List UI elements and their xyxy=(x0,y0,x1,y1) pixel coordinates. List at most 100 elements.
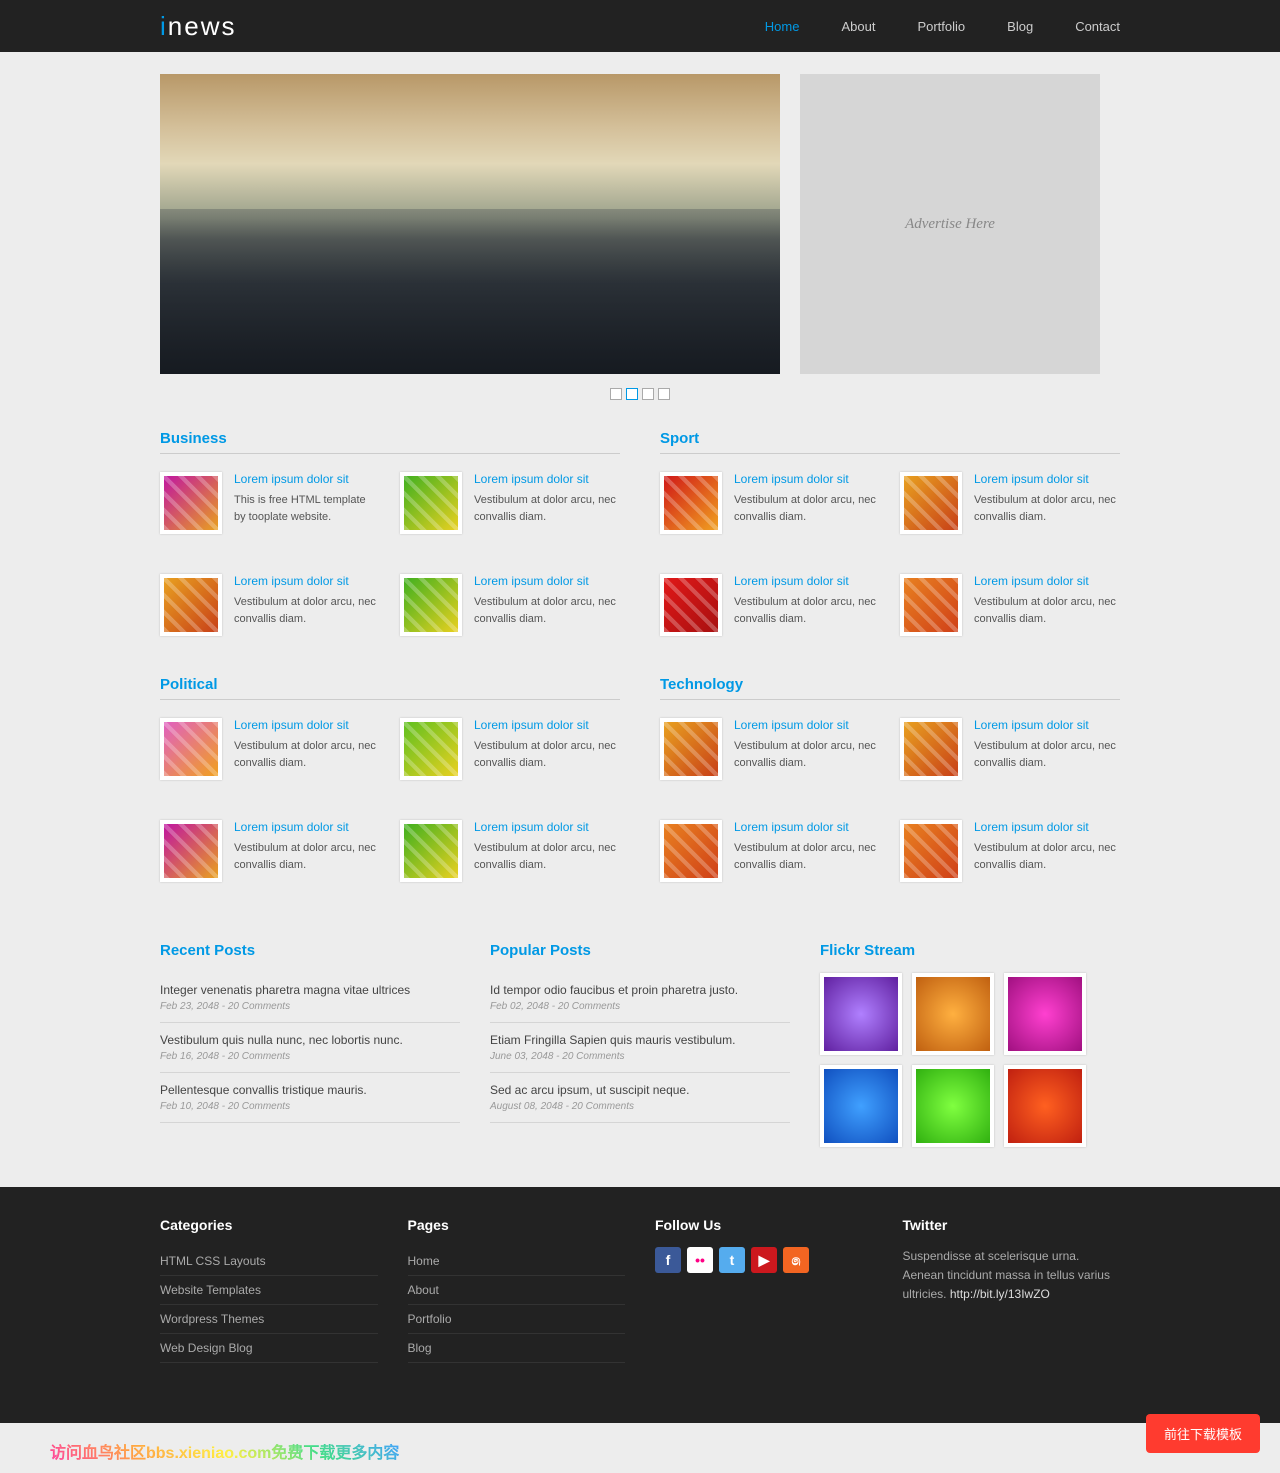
flickr-thumb[interactable] xyxy=(912,1065,994,1147)
posts-grid: Lorem ipsum dolor sit Vestibulum at dolor… xyxy=(660,472,1120,636)
post-excerpt: Vestibulum at dolor arcu, nec convallis … xyxy=(474,738,620,771)
footer-link[interactable]: Home xyxy=(408,1254,440,1268)
nav-link-contact[interactable]: Contact xyxy=(1075,19,1120,34)
post-item: Lorem ipsum dolor sitVestibulum at dolor… xyxy=(160,574,380,636)
nav-link-home[interactable]: Home xyxy=(765,19,800,34)
middle-columns: Recent Posts Integer venenatis pharetra … xyxy=(160,942,1120,1147)
post-thumb[interactable] xyxy=(160,472,222,534)
post-thumb[interactable] xyxy=(660,472,722,534)
section-title: Business xyxy=(160,430,620,454)
post-title-link[interactable]: Lorem ipsum dolor sit xyxy=(734,574,880,588)
post-excerpt: Vestibulum at dolor arcu, nec convallis … xyxy=(734,738,880,771)
post-link[interactable]: Etiam Fringilla Sapien quis mauris vesti… xyxy=(490,1033,735,1047)
post-thumb[interactable] xyxy=(160,820,222,882)
post-title-link[interactable]: Lorem ipsum dolor sit xyxy=(974,718,1120,732)
twitter-icon[interactable]: t xyxy=(719,1247,745,1273)
section-business: Business Lorem ipsum dolor sitThis is fre… xyxy=(160,430,620,636)
post-thumb[interactable] xyxy=(400,820,462,882)
section-title: Sport xyxy=(660,430,1120,454)
post-title-link[interactable]: Lorem ipsum dolor sit xyxy=(734,472,880,486)
post-thumb[interactable] xyxy=(900,574,962,636)
youtube-icon[interactable]: ▶ xyxy=(751,1247,777,1273)
post-thumb[interactable] xyxy=(660,718,722,780)
flickr-grid xyxy=(820,973,1120,1147)
post-title-link[interactable]: Lorem ipsum dolor sit xyxy=(474,574,620,588)
footer-link[interactable]: Portfolio xyxy=(408,1312,452,1326)
post-item: Lorem ipsum dolor sitVestibulum at dolor… xyxy=(160,820,380,882)
footer-link[interactable]: Web Design Blog xyxy=(160,1341,253,1355)
post-thumb[interactable] xyxy=(400,718,462,780)
footer-link[interactable]: Blog xyxy=(408,1341,432,1355)
post-title-link[interactable]: Lorem ipsum dolor sit xyxy=(234,718,380,732)
site-logo[interactable]: inews xyxy=(160,11,236,42)
nav-link-about[interactable]: About xyxy=(841,19,875,34)
post-thumb[interactable] xyxy=(400,472,462,534)
nav-link-portfolio[interactable]: Portfolio xyxy=(917,19,965,34)
recent-posts-col: Recent Posts Integer venenatis pharetra … xyxy=(160,942,460,1147)
post-title-link[interactable]: Lorem ipsum dolor sit xyxy=(734,718,880,732)
pager-dot[interactable] xyxy=(658,388,670,400)
pager-dot[interactable] xyxy=(642,388,654,400)
post-thumb[interactable] xyxy=(900,820,962,882)
download-cta-button[interactable]: 前往下载模板 xyxy=(1146,1414,1260,1453)
post-title-link[interactable]: Lorem ipsum dolor sit xyxy=(234,574,380,588)
flickr-thumb[interactable] xyxy=(820,1065,902,1147)
post-excerpt: Vestibulum at dolor arcu, nec convallis … xyxy=(974,492,1120,525)
post-link[interactable]: Sed ac arcu ipsum, ut suscipit neque. xyxy=(490,1083,689,1097)
flickr-thumb[interactable] xyxy=(820,973,902,1055)
flickr-thumb[interactable] xyxy=(1004,1065,1086,1147)
flickr-thumb[interactable] xyxy=(912,973,994,1055)
post-link[interactable]: Id tempor odio faucibus et proin pharetr… xyxy=(490,983,738,997)
post-thumb[interactable] xyxy=(400,574,462,636)
footer-link[interactable]: About xyxy=(408,1283,439,1297)
post-thumb[interactable] xyxy=(160,718,222,780)
post-title-link[interactable]: Lorem ipsum dolor sit xyxy=(234,472,380,486)
footer-categories-list: HTML CSS Layouts Website Templates Wordpre… xyxy=(160,1247,378,1363)
post-thumb[interactable] xyxy=(160,574,222,636)
footer-follow: Follow Us f •• t ▶ ෧ xyxy=(655,1217,873,1363)
footer-link[interactable]: Website Templates xyxy=(160,1283,261,1297)
flickr-icon[interactable]: •• xyxy=(687,1247,713,1273)
flickr-thumb[interactable] xyxy=(1004,973,1086,1055)
main-nav: Home About Portfolio Blog Contact xyxy=(765,19,1120,34)
section-title: Technology xyxy=(660,676,1120,700)
post-excerpt: Vestibulum at dolor arcu, nec convallis … xyxy=(734,492,880,525)
post-title-link[interactable]: Lorem ipsum dolor sit xyxy=(974,574,1120,588)
footer-link[interactable]: HTML CSS Layouts xyxy=(160,1254,266,1268)
slider-pager xyxy=(160,388,1120,400)
pager-dot[interactable] xyxy=(610,388,622,400)
rss-icon[interactable]: ෧ xyxy=(783,1247,809,1273)
post-thumb[interactable] xyxy=(900,718,962,780)
post-title-link[interactable]: Lorem ipsum dolor sit xyxy=(474,718,620,732)
post-meta: August 08, 2048 - 20 Comments xyxy=(490,1101,790,1112)
post-title-link[interactable]: Lorem ipsum dolor sit xyxy=(474,472,620,486)
section-sport: Sport Lorem ipsum dolor sit Vestibulum at … xyxy=(660,430,1120,636)
facebook-icon[interactable]: f xyxy=(655,1247,681,1273)
footer-follow-title: Follow Us xyxy=(655,1217,873,1233)
nav-link-blog[interactable]: Blog xyxy=(1007,19,1033,34)
posts-grid: Lorem ipsum dolor sitThis is free HTML t… xyxy=(160,472,620,636)
list-item: Integer venenatis pharetra magna vitae u… xyxy=(160,973,460,1023)
post-title-link[interactable]: Lorem ipsum dolor sit xyxy=(734,820,880,834)
post-title-link[interactable]: Lorem ipsum dolor sit xyxy=(974,820,1120,834)
post-item: Lorem ipsum dolor sitVestibulum at dolor… xyxy=(900,718,1120,780)
post-excerpt: Vestibulum at dolor arcu, nec convallis … xyxy=(734,594,880,627)
post-meta: Feb 23, 2048 - 20 Comments xyxy=(160,1001,460,1012)
advertise-box[interactable]: Advertise Here xyxy=(800,74,1100,374)
post-thumb[interactable] xyxy=(660,574,722,636)
post-thumb[interactable] xyxy=(900,472,962,534)
hero-slider[interactable] xyxy=(160,74,780,374)
post-link[interactable]: Vestibulum quis nulla nunc, nec lobortis… xyxy=(160,1033,403,1047)
post-title-link[interactable]: Lorem ipsum dolor sit xyxy=(474,820,620,834)
post-link[interactable]: Pellentesque convallis tristique mauris. xyxy=(160,1083,367,1097)
post-excerpt: Vestibulum at dolor arcu, nec convallis … xyxy=(974,840,1120,873)
post-link[interactable]: Integer venenatis pharetra magna vitae u… xyxy=(160,983,410,997)
tweet-link[interactable]: http://bit.ly/13IwZO xyxy=(950,1287,1050,1301)
post-title-link[interactable]: Lorem ipsum dolor sit xyxy=(234,820,380,834)
pager-dot[interactable] xyxy=(626,388,638,400)
post-thumb[interactable] xyxy=(660,820,722,882)
flickr-col: Flickr Stream xyxy=(820,942,1120,1147)
footer-link[interactable]: Wordpress Themes xyxy=(160,1312,264,1326)
post-title-link[interactable]: Lorem ipsum dolor sit xyxy=(974,472,1120,486)
list-item: Website Templates xyxy=(160,1276,378,1305)
